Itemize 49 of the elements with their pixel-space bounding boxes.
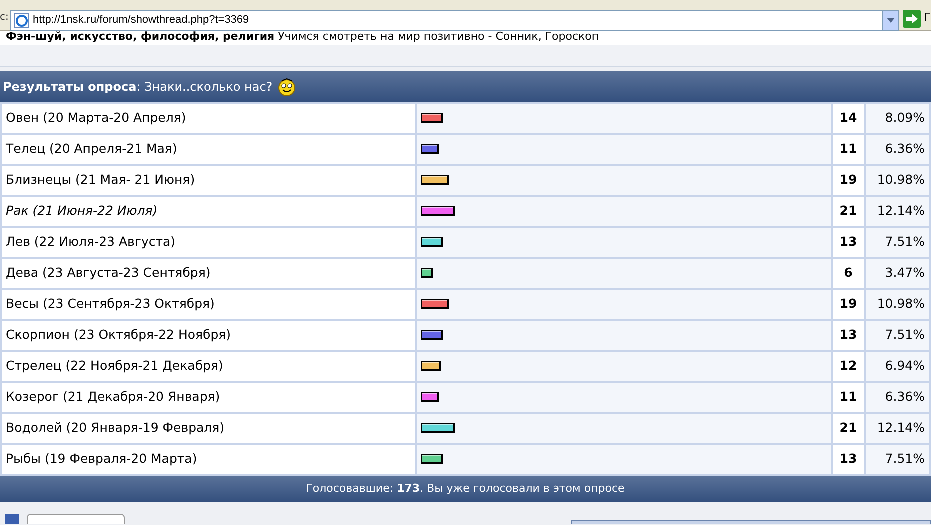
vote-count: 13 xyxy=(833,228,864,257)
dropdown-button[interactable] xyxy=(882,11,898,30)
option-label: Козерог (21 Декабря-20 Января) xyxy=(2,383,415,412)
go-label[interactable]: Г xyxy=(924,10,931,26)
vote-count: 13 xyxy=(833,445,864,474)
vote-percent: 7.51% xyxy=(866,321,929,350)
option-label: Телец (20 Апреля-21 Мая) xyxy=(2,135,415,164)
vote-percent: 8.09% xyxy=(866,104,929,133)
option-label: Лев (22 Июля-23 Августа) xyxy=(2,228,415,257)
option-label: Близнецы (21 Мая- 21 Июня) xyxy=(2,166,415,195)
option-label: Рыбы (19 Февраля-20 Марта) xyxy=(2,445,415,474)
vote-count: 21 xyxy=(833,197,864,226)
address-label: c: xyxy=(0,11,10,25)
vote-count: 13 xyxy=(833,321,864,350)
arrow-icon xyxy=(906,14,918,24)
caret-icon xyxy=(886,18,895,23)
option-label: Стрелец (22 Ноября-21 Декабря) xyxy=(2,352,415,381)
vote-percent: 6.94% xyxy=(866,352,929,381)
poll-heading: Результаты опроса: Знаки..сколько нас? xyxy=(3,78,273,96)
forum-description: Учимся смотреть на мир позитивно - Сонник, Гороскоп xyxy=(278,31,600,43)
vote-percent: 12.14% xyxy=(866,197,929,226)
vote-percent: 12.14% xyxy=(866,414,929,443)
vote-percent: 6.36% xyxy=(866,383,929,412)
vote-count: 14 xyxy=(833,104,864,133)
option-label: Весы (23 Сентября-23 Октября) xyxy=(2,290,415,319)
vote-percent: 3.47% xyxy=(866,259,929,288)
vote-count: 19 xyxy=(833,290,864,319)
vote-percent: 7.51% xyxy=(866,228,929,257)
option-label: Водолей (20 Января-19 Февраля) xyxy=(2,414,415,443)
option-label: Дева (23 Августа-23 Сентября) xyxy=(2,259,415,288)
page-icon xyxy=(14,12,30,28)
smiley-icon xyxy=(276,76,297,96)
go-button[interactable] xyxy=(903,10,922,28)
vote-percent: 10.98% xyxy=(866,166,929,195)
option-label: Рак (21 Июня-22 Июля) xyxy=(2,197,415,226)
option-label: Овен (20 Марта-20 Апреля) xyxy=(2,104,415,133)
poll-footer-text: Голосовавшие: 173. Вы уже голосовали в этом опросе xyxy=(306,480,625,497)
vote-count: 6 xyxy=(833,259,864,288)
vote-count: 12 xyxy=(833,352,864,381)
vote-percent: 10.98% xyxy=(866,290,929,319)
option-label: Скорпион (23 Октября-22 Ноября) xyxy=(2,321,415,350)
vote-count: 21 xyxy=(833,414,864,443)
vote-count: 11 xyxy=(833,135,864,164)
address-field[interactable]: http://1nsk.ru/forum/showthread.php?t=3369 xyxy=(10,10,900,31)
vote-percent: 7.51% xyxy=(866,445,929,474)
vote-count: 19 xyxy=(833,166,864,195)
vote-percent: 6.36% xyxy=(866,135,929,164)
vote-count: 11 xyxy=(833,383,864,412)
forum-title[interactable]: Фэн-шуй, искусство, философия, религия xyxy=(6,31,275,43)
